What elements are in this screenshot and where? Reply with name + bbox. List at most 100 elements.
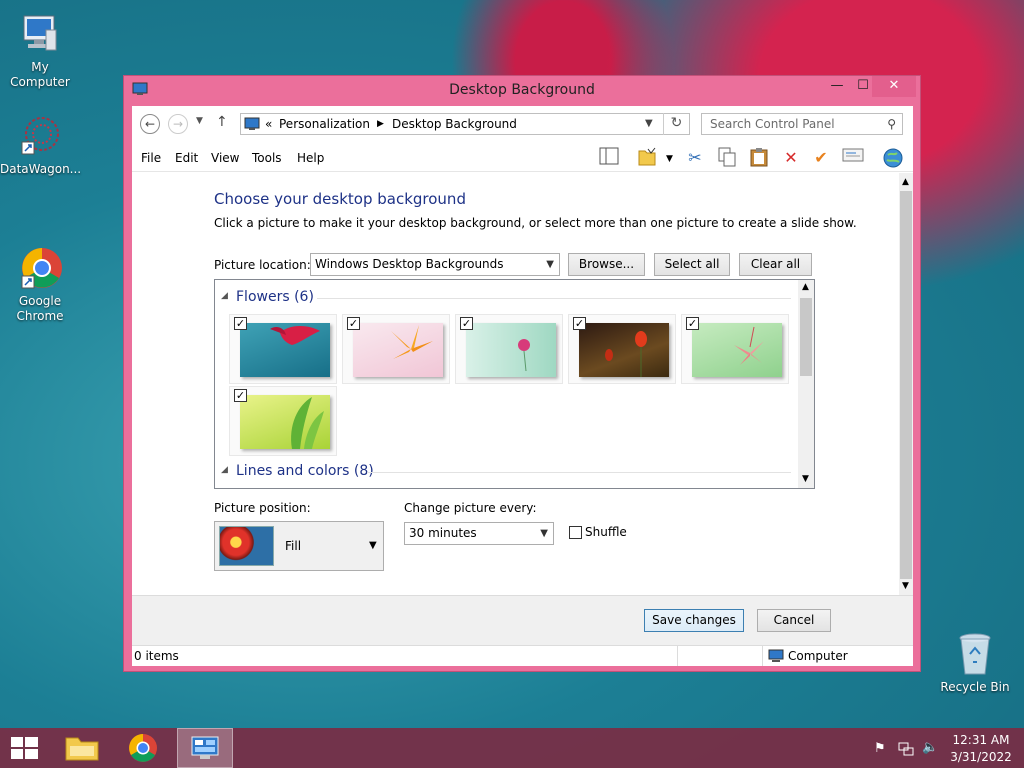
taskbar-google-chrome[interactable] bbox=[118, 728, 170, 768]
status-item-count: 0 items bbox=[134, 649, 179, 663]
copy-icon[interactable] bbox=[716, 147, 738, 169]
menu-file[interactable]: File bbox=[141, 151, 161, 165]
desktop-icon-my-computer[interactable]: My Computer bbox=[0, 10, 80, 90]
desktop-icon-label: DataWagon... bbox=[0, 162, 82, 176]
action-center-flag-icon[interactable]: ⚑ bbox=[874, 741, 890, 757]
page-description: Click a picture to make it your desktop … bbox=[214, 216, 857, 230]
wallpaper-thumbnail[interactable]: ✓ bbox=[455, 314, 563, 384]
thumbnail-checkbox[interactable]: ✓ bbox=[347, 317, 360, 330]
delete-icon[interactable]: ✕ bbox=[780, 147, 802, 169]
search-input[interactable]: Search Control Panel ⚲ bbox=[701, 113, 903, 135]
desktop-icon-datawagon[interactable]: DataWagon... bbox=[0, 112, 82, 177]
thumbnail-checkbox[interactable]: ✓ bbox=[460, 317, 473, 330]
chrome-icon bbox=[16, 229, 64, 289]
address-overflow[interactable]: « bbox=[265, 114, 272, 134]
menu-edit[interactable]: Edit bbox=[175, 151, 198, 165]
scroll-down-icon[interactable]: ▼ bbox=[802, 474, 809, 484]
wallpaper-thumbnail[interactable]: ✓ bbox=[568, 314, 676, 384]
minimize-button[interactable]: — bbox=[824, 76, 850, 97]
browse-button[interactable]: Browse... bbox=[568, 253, 645, 276]
picture-position-select[interactable]: Fill ▼ bbox=[214, 521, 384, 571]
forward-arrow-icon[interactable]: → bbox=[168, 114, 188, 134]
address-dropdown-icon[interactable]: ▼ bbox=[645, 114, 653, 134]
status-divider bbox=[677, 646, 678, 666]
shuffle-checkbox[interactable] bbox=[569, 526, 582, 539]
change-picture-every-label: Change picture every: bbox=[404, 501, 537, 515]
wallpaper-thumbnail[interactable]: ✓ bbox=[229, 386, 337, 456]
chevron-down-icon: ▼ bbox=[369, 540, 377, 551]
scroll-up-icon[interactable]: ▲ bbox=[902, 177, 909, 187]
chrome-icon bbox=[129, 734, 157, 762]
wallpaper-thumbnail[interactable]: ✓ bbox=[681, 314, 789, 384]
layout-pane-icon[interactable] bbox=[598, 147, 620, 169]
title-bar[interactable]: Desktop Background — ☐ ✕ bbox=[124, 76, 920, 104]
refresh-icon[interactable]: ↻ bbox=[663, 113, 689, 135]
flower-picture bbox=[240, 395, 330, 449]
breadcrumb-separator-icon: ▶ bbox=[377, 119, 384, 129]
cut-icon[interactable]: ✂ bbox=[684, 147, 706, 169]
cancel-button[interactable]: Cancel bbox=[757, 609, 831, 632]
dialog-footer: Save changes Cancel bbox=[132, 595, 913, 645]
gallery-scrollbar[interactable]: ▲ ▼ bbox=[798, 280, 814, 488]
status-bar: 0 items Computer bbox=[132, 645, 913, 666]
flower-picture bbox=[692, 323, 782, 377]
collapse-triangle-icon[interactable]: ◢ bbox=[221, 465, 228, 475]
desktop-icon-recycle-bin[interactable]: Recycle Bin bbox=[935, 630, 1015, 695]
content-scrollbar[interactable]: ▲ ▼ bbox=[899, 173, 913, 595]
clock-date[interactable]: 3/31/2022 bbox=[950, 750, 1012, 764]
start-button[interactable] bbox=[0, 728, 52, 768]
thumbnail-checkbox[interactable]: ✓ bbox=[573, 317, 586, 330]
page-title: Choose your desktop background bbox=[214, 190, 466, 208]
group-divider bbox=[367, 472, 791, 473]
network-icon[interactable] bbox=[898, 741, 914, 757]
flower-picture bbox=[466, 323, 556, 377]
chevron-down-icon: ▼ bbox=[540, 528, 548, 539]
shuffle-label[interactable]: Shuffle bbox=[585, 525, 627, 539]
folder-options-icon[interactable] bbox=[636, 147, 658, 169]
address-bar[interactable]: « Personalization ▶ Desktop Background ▼… bbox=[240, 113, 690, 135]
picture-location-select[interactable]: Windows Desktop Backgrounds ▼ bbox=[310, 253, 560, 276]
recent-pages-chevron-icon[interactable]: ▼ bbox=[196, 116, 203, 126]
back-arrow-icon[interactable]: ← bbox=[140, 114, 160, 134]
main-content: Choose your desktop background Click a p… bbox=[132, 173, 900, 595]
volume-muted-icon[interactable]: 🔈 bbox=[922, 740, 940, 756]
address-row: ← → ▼ ↑ « Personalization ▶ Desktop Back… bbox=[132, 106, 913, 142]
menu-view[interactable]: View bbox=[211, 151, 239, 165]
wallpaper-thumbnail[interactable]: ✓ bbox=[342, 314, 450, 384]
control-panel-small-icon bbox=[244, 117, 260, 131]
clock-time[interactable]: 12:31 AM bbox=[950, 733, 1012, 747]
thumbnail-checkbox[interactable]: ✓ bbox=[234, 317, 247, 330]
menu-tools[interactable]: Tools bbox=[252, 151, 282, 165]
save-changes-button[interactable]: Save changes bbox=[644, 609, 744, 632]
close-button[interactable]: ✕ bbox=[872, 76, 916, 97]
group-header-flowers[interactable]: Flowers (6) bbox=[236, 289, 314, 305]
scroll-down-icon[interactable]: ▼ bbox=[902, 581, 909, 591]
paste-icon[interactable] bbox=[748, 147, 770, 169]
position-preview-picture bbox=[219, 526, 274, 566]
folder-options-dropdown-icon[interactable]: ▼ bbox=[666, 154, 673, 164]
scroll-up-icon[interactable]: ▲ bbox=[802, 282, 809, 292]
group-header-lines-and-colors[interactable]: Lines and colors (8) bbox=[236, 463, 374, 479]
taskbar-control-panel[interactable] bbox=[177, 728, 233, 768]
properties-icon[interactable] bbox=[842, 147, 864, 169]
clear-all-button[interactable]: Clear all bbox=[739, 253, 812, 276]
select-all-button[interactable]: Select all bbox=[654, 253, 730, 276]
scroll-thumb[interactable] bbox=[800, 298, 812, 376]
breadcrumb-desktop-background[interactable]: Desktop Background bbox=[392, 114, 517, 134]
search-icon: ⚲ bbox=[887, 117, 896, 131]
checkmark-icon[interactable]: ✔ bbox=[810, 147, 832, 169]
recycle-bin-icon bbox=[951, 630, 999, 678]
globe-icon[interactable] bbox=[882, 147, 904, 169]
menu-help[interactable]: Help bbox=[297, 151, 324, 165]
thumbnail-checkbox[interactable]: ✓ bbox=[686, 317, 699, 330]
breadcrumb-personalization[interactable]: Personalization bbox=[279, 114, 370, 134]
taskbar-file-explorer[interactable] bbox=[56, 728, 108, 768]
collapse-triangle-icon[interactable]: ◢ bbox=[221, 291, 228, 301]
status-location: Computer bbox=[788, 649, 848, 663]
wallpaper-thumbnail[interactable]: ✓ bbox=[229, 314, 337, 384]
change-picture-interval-select[interactable]: 30 minutes ▼ bbox=[404, 522, 554, 545]
up-arrow-icon[interactable]: ↑ bbox=[216, 114, 228, 130]
scroll-thumb[interactable] bbox=[900, 191, 912, 579]
desktop-icon-google-chrome[interactable]: Google Chrome bbox=[0, 214, 80, 339]
thumbnail-checkbox[interactable]: ✓ bbox=[234, 389, 247, 402]
